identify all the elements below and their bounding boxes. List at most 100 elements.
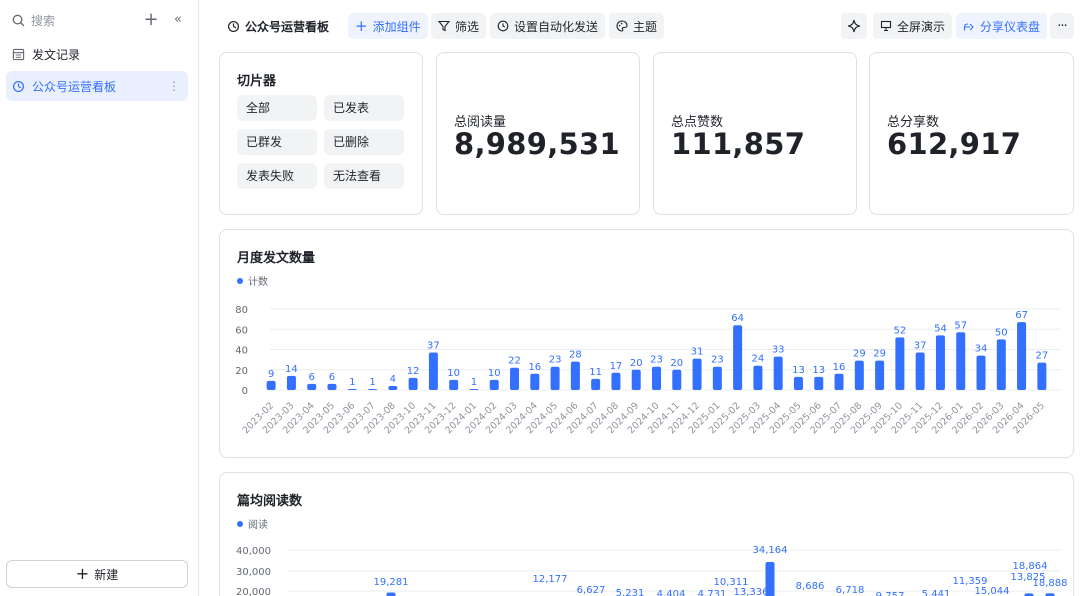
bar-value-label: 10: [447, 368, 460, 379]
sidebar-item-posts[interactable]: 发文记录: [6, 39, 188, 69]
y-tick-label: 40,000: [236, 546, 271, 557]
ai-sparkle-button[interactable]: [841, 13, 867, 39]
bar-value-label: 23: [650, 355, 663, 366]
more-vertical-icon[interactable]: ⋮: [168, 78, 180, 94]
theme-button[interactable]: 主题: [609, 13, 665, 39]
chart-title: 篇均阅读数: [237, 494, 303, 509]
plus-icon: +: [75, 564, 90, 583]
bar[interactable]: [814, 376, 824, 390]
bar[interactable]: [327, 383, 337, 390]
bar[interactable]: [875, 360, 885, 390]
bar[interactable]: [449, 379, 459, 390]
table-icon: [12, 48, 25, 60]
bar-value-label: 15,044: [975, 586, 1010, 596]
bar[interactable]: [347, 388, 357, 390]
share-dashboard-button[interactable]: 分享仪表盘: [956, 13, 1048, 39]
search-placeholder: 搜索: [31, 14, 56, 28]
bar[interactable]: [386, 592, 396, 596]
bar-value-label: 6: [309, 372, 315, 383]
bar-value-label: 27: [1035, 351, 1048, 362]
bar-value-label: 4: [390, 374, 396, 385]
bar[interactable]: [692, 358, 702, 390]
bar[interactable]: [428, 352, 438, 390]
fullscreen-button[interactable]: 全屏演示: [873, 13, 953, 39]
more-horizontal-icon: ···: [1057, 18, 1067, 34]
slicer-option[interactable]: 发表失败: [237, 163, 317, 189]
bar[interactable]: [550, 366, 560, 390]
bar-value-label: 1: [349, 377, 355, 388]
bar[interactable]: [1037, 362, 1047, 390]
bar[interactable]: [1017, 322, 1027, 390]
slicer-option[interactable]: 已群发: [237, 129, 317, 155]
bar[interactable]: [935, 335, 945, 390]
bar-value-label: 6,718: [836, 585, 865, 596]
bar-value-label: 1: [471, 377, 477, 388]
bar-value-label: 19,281: [374, 577, 409, 588]
bar[interactable]: [672, 369, 682, 390]
bar-value-label: 13: [792, 365, 805, 376]
bar-value-label: 10: [488, 368, 501, 379]
sidebar-item-label: 公众号运营看板: [32, 79, 117, 94]
bar-value-label: 9: [268, 369, 274, 380]
bar[interactable]: [489, 379, 499, 390]
sidebar-item-dashboard[interactable]: 公众号运营看板 ⋮: [6, 71, 188, 101]
bar[interactable]: [895, 337, 905, 390]
bar-value-label: 22: [508, 356, 521, 367]
bar[interactable]: [591, 378, 601, 390]
bar-value-label: 18,864: [1013, 561, 1048, 572]
bar[interactable]: [712, 366, 722, 390]
bar[interactable]: [773, 356, 783, 390]
filter-label: 筛选: [455, 19, 480, 34]
bar[interactable]: [753, 365, 763, 390]
auto-send-button[interactable]: 设置自动化发送: [490, 13, 606, 39]
bar[interactable]: [956, 332, 966, 390]
bar[interactable]: [631, 369, 641, 390]
bar[interactable]: [510, 367, 520, 390]
bar-value-label: 54: [934, 323, 947, 334]
bar[interactable]: [976, 355, 986, 390]
bar-value-label: 16: [833, 362, 846, 373]
slicer-option[interactable]: 已删除: [324, 129, 404, 155]
bar[interactable]: [915, 352, 925, 390]
bar[interactable]: [286, 375, 296, 390]
bar-value-label: 37: [427, 341, 440, 352]
chart-title: 月度发文数量: [237, 251, 316, 266]
bar[interactable]: [652, 366, 661, 390]
bar-value-label: 33: [772, 345, 785, 356]
bar[interactable]: [408, 377, 418, 390]
bar[interactable]: [307, 383, 317, 390]
bar[interactable]: [388, 385, 398, 390]
bar-value-label: 13: [812, 365, 825, 376]
bar[interactable]: [530, 373, 540, 390]
bar[interactable]: [793, 376, 803, 390]
new-button-label: 新建: [94, 567, 119, 582]
bar[interactable]: [266, 380, 276, 390]
bar[interactable]: [996, 339, 1006, 390]
legend-label: 计数: [248, 277, 268, 288]
slicer-option[interactable]: 已发表: [324, 95, 404, 121]
add-widget-label: 添加组件: [372, 19, 421, 34]
more-options-button[interactable]: ···: [1050, 13, 1074, 39]
add-icon[interactable]: +: [143, 10, 159, 30]
new-button[interactable]: + 新建: [6, 560, 188, 588]
chart-legend: 计数: [237, 273, 268, 288]
bar-value-label: 34: [975, 344, 988, 355]
legend-dot: [237, 520, 243, 527]
y-tick-label: 30,000: [236, 567, 271, 578]
bar[interactable]: [570, 361, 580, 390]
slicer-option[interactable]: 全部: [237, 95, 317, 121]
bar[interactable]: [368, 388, 378, 390]
monthly-posts-chart-card: 月度发文数量 计数 0 20 40 60 80 9 2023-02 14 2023-03 6 202…: [219, 229, 1074, 458]
collapse-sidebar-icon[interactable]: «: [170, 10, 186, 30]
bar[interactable]: [469, 388, 479, 390]
slicer-option[interactable]: 无法查看: [324, 163, 404, 189]
filter-button[interactable]: 筛选: [431, 13, 487, 39]
search-input[interactable]: 搜索: [12, 12, 55, 29]
bar-value-label: 20: [630, 358, 643, 369]
add-widget-button[interactable]: + 添加组件: [348, 13, 428, 39]
bar[interactable]: [834, 373, 844, 390]
bar[interactable]: [854, 360, 864, 390]
bar-value-label: 37: [914, 341, 927, 352]
bar[interactable]: [611, 372, 621, 390]
bar[interactable]: [733, 325, 743, 390]
